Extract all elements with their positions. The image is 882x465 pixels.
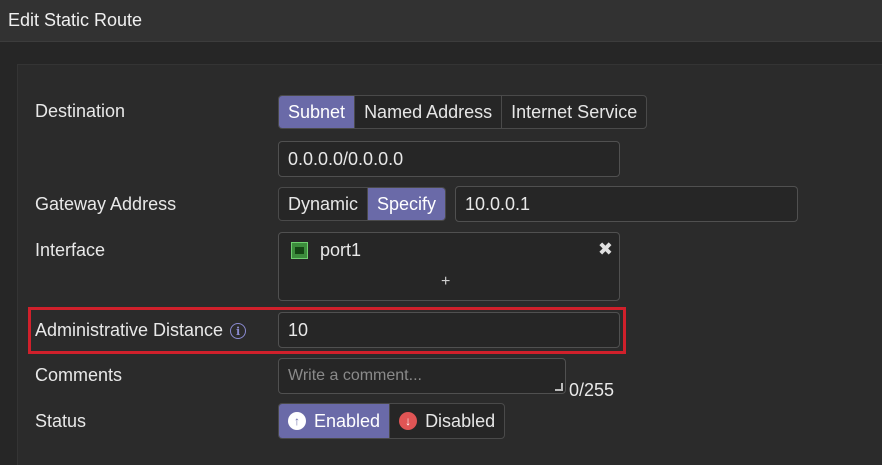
status-toggle: ↑ Enabled ↓ Disabled	[278, 403, 506, 439]
window-title: Edit Static Route	[8, 10, 143, 30]
admin-distance-label: Administrative Distance i	[35, 320, 247, 341]
destination-subnet-value: 0.0.0.0/0.0.0.0	[288, 148, 404, 169]
destination-subnet-option[interactable]: Subnet	[279, 96, 356, 128]
admin-distance-label-text: Administrative Distance	[35, 320, 224, 340]
comments-char-counter: 0/255	[569, 380, 615, 400]
gateway-mode-toggle: Dynamic Specify	[278, 187, 447, 221]
gateway-label: Gateway Address	[35, 194, 177, 214]
comments-textarea[interactable]: Write a comment...	[278, 358, 566, 394]
status-disabled-label: Disabled	[425, 410, 496, 431]
port-icon	[291, 242, 308, 259]
gateway-specify-option[interactable]: Specify	[368, 188, 446, 220]
info-icon[interactable]: i	[230, 323, 247, 340]
resize-handle-icon[interactable]	[555, 383, 563, 391]
destination-type-toggle: Subnet Named Address Internet Service	[278, 95, 648, 129]
title-bar: Edit Static Route	[0, 0, 882, 42]
remove-interface-icon[interactable]: ✖	[598, 239, 613, 260]
interface-label: Interface	[35, 240, 106, 260]
gateway-address-value: 10.0.0.1	[465, 193, 531, 214]
interface-select-box[interactable]: port1 ✖ +	[278, 232, 620, 301]
arrow-up-icon: ↑	[288, 412, 306, 430]
destination-subnet-input[interactable]: 0.0.0.0/0.0.0.0	[278, 141, 620, 177]
gateway-dynamic-option[interactable]: Dynamic	[279, 188, 369, 220]
comments-label: Comments	[35, 365, 123, 385]
status-enabled-option[interactable]: ↑ Enabled	[279, 404, 391, 438]
status-disabled-option[interactable]: ↓ Disabled	[390, 404, 504, 438]
admin-distance-input[interactable]: 10	[278, 312, 620, 348]
arrow-down-icon: ↓	[399, 412, 418, 430]
comments-placeholder: Write a comment...	[288, 367, 422, 384]
destination-label: Destination	[35, 101, 126, 121]
interface-item-label: port1	[320, 240, 362, 260]
admin-distance-value: 10	[288, 319, 309, 340]
status-label: Status	[35, 411, 87, 431]
interface-item-port1[interactable]: port1	[291, 240, 361, 261]
destination-named-address-option[interactable]: Named Address	[355, 96, 503, 128]
gateway-address-input[interactable]: 10.0.0.1	[455, 186, 798, 222]
add-interface-icon[interactable]: +	[441, 273, 450, 291]
status-enabled-label: Enabled	[314, 410, 381, 431]
destination-internet-service-option[interactable]: Internet Service	[502, 96, 646, 128]
